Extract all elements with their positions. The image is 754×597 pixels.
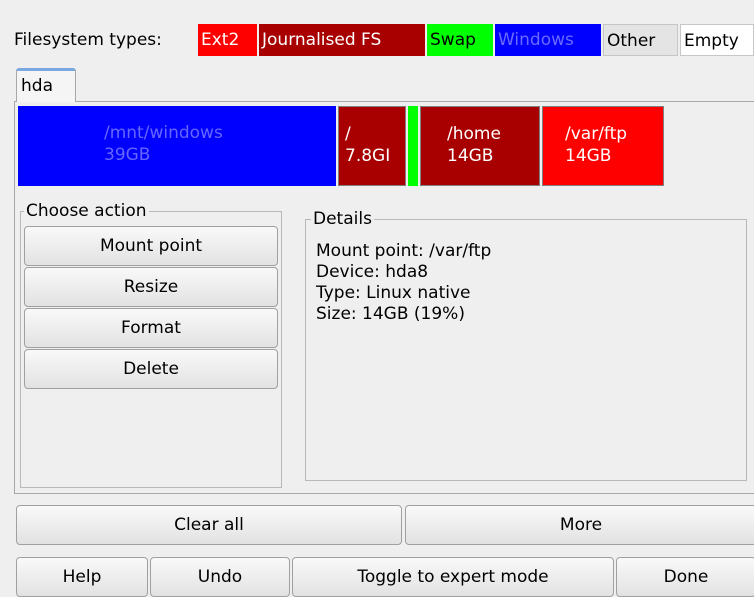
- partition-windows[interactable]: /mnt/windows 39GB: [18, 106, 336, 186]
- details-text: Mount point: /var/ftp Device: hda8 Type:…: [316, 241, 736, 325]
- done-button[interactable]: Done: [616, 557, 754, 597]
- help-button[interactable]: Help: [16, 557, 148, 597]
- filesystem-types-label: Filesystem types:: [14, 30, 162, 50]
- tab-hda[interactable]: hda: [16, 68, 76, 102]
- legend-windows: Windows: [495, 24, 601, 56]
- details-size: Size: 14GB (19%): [316, 304, 465, 324]
- partition-mount: /var/ftp: [565, 124, 628, 144]
- partition-mount: /: [345, 124, 351, 144]
- undo-button[interactable]: Undo: [150, 557, 290, 597]
- details-title: Details: [311, 209, 374, 229]
- toggle-expert-mode-button[interactable]: Toggle to expert mode: [292, 557, 614, 597]
- more-button[interactable]: More: [405, 505, 754, 545]
- details-type: Type: Linux native: [316, 283, 471, 303]
- mount-point-button[interactable]: Mount point: [24, 226, 278, 266]
- legend-journalised-fs: Journalised FS: [259, 24, 425, 56]
- partition-swap[interactable]: [408, 106, 418, 186]
- partition-size: 39GB: [104, 145, 151, 165]
- legend-other: Other: [603, 24, 678, 56]
- delete-button[interactable]: Delete: [24, 349, 278, 389]
- partition-size: 14GB: [447, 146, 494, 166]
- partition-home[interactable]: /home 14GB: [420, 106, 540, 186]
- legend-swap: Swap: [427, 24, 493, 56]
- partition-mount: /mnt/windows: [104, 123, 223, 143]
- legend-empty: Empty: [680, 24, 754, 56]
- partition-mount: /home: [447, 124, 501, 144]
- details-mount-point: Mount point: /var/ftp: [316, 241, 492, 261]
- legend-ext2: Ext2: [198, 24, 257, 56]
- partition-size: 14GB: [565, 146, 612, 166]
- format-button[interactable]: Format: [24, 308, 278, 348]
- partition-size: 7.8GI: [345, 146, 391, 166]
- resize-button[interactable]: Resize: [24, 267, 278, 307]
- partition-root[interactable]: /7.8GI: [338, 106, 406, 186]
- partition-var-ftp[interactable]: /var/ftp 14GB: [542, 106, 664, 186]
- clear-all-button[interactable]: Clear all: [16, 505, 402, 545]
- details-device: Device: hda8: [316, 262, 429, 282]
- choose-action-title: Choose action: [24, 201, 149, 221]
